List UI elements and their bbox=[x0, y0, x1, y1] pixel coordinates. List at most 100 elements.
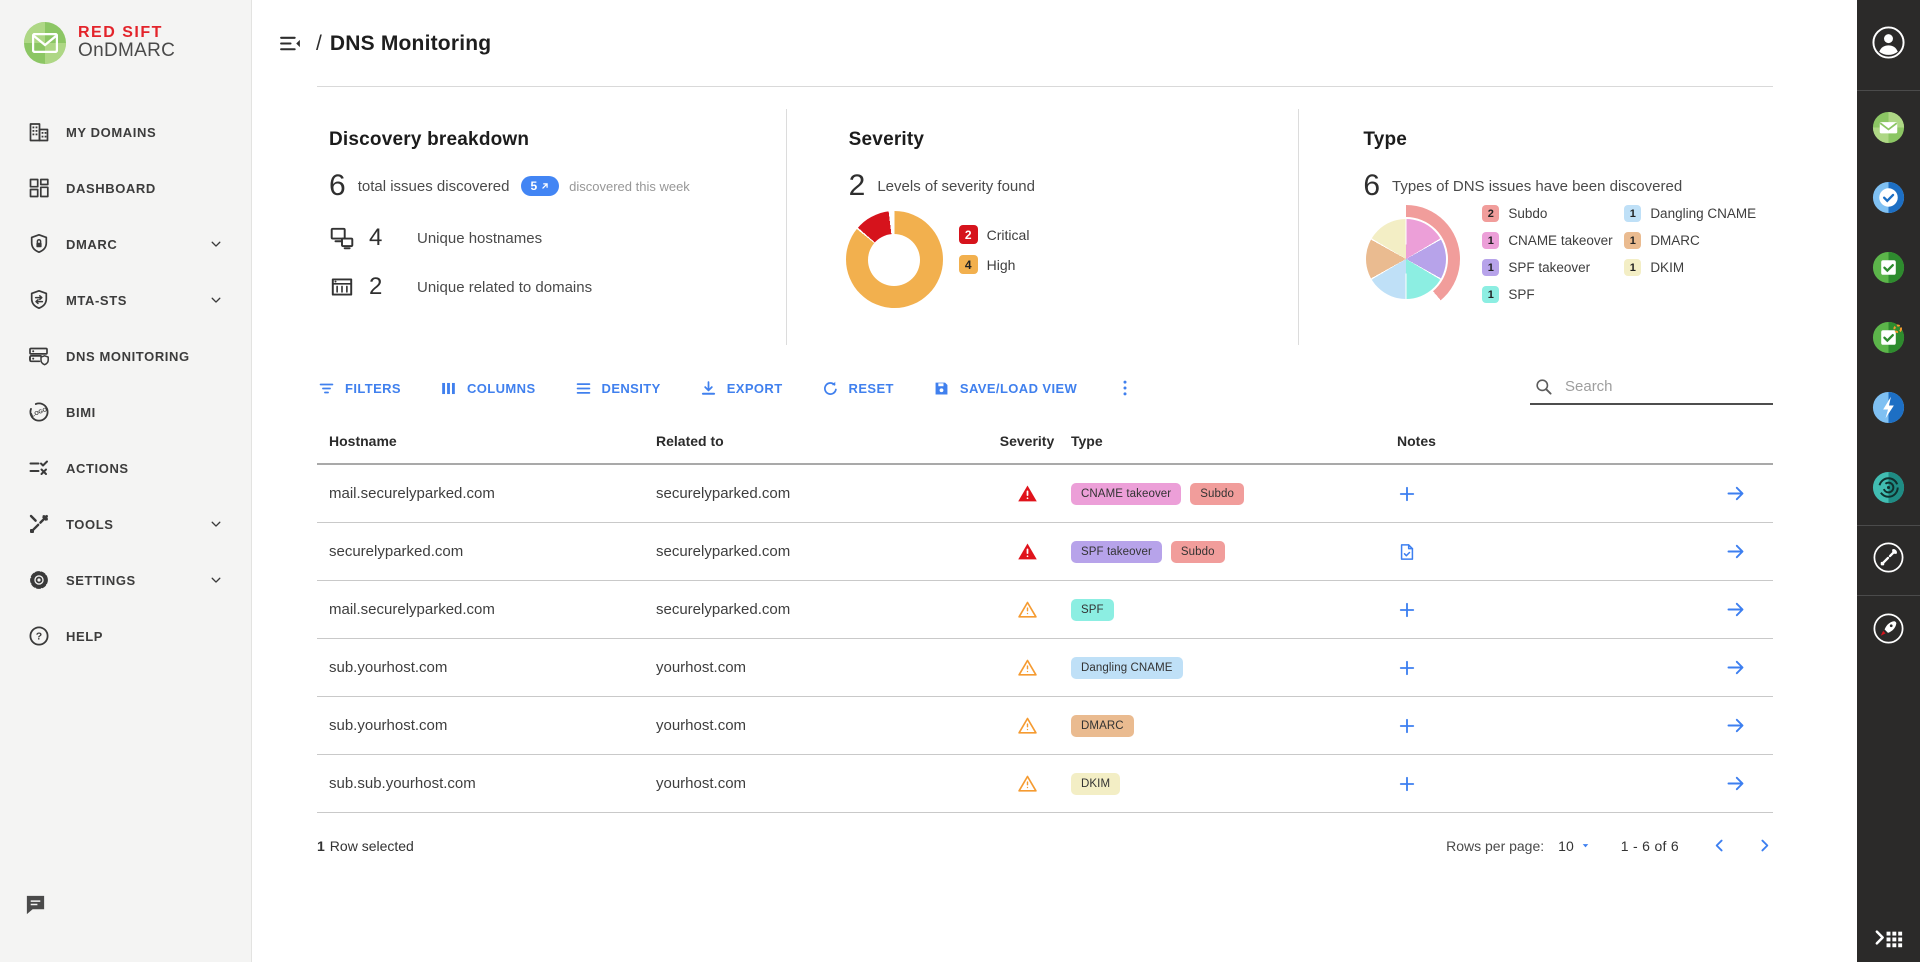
green-envelope-icon[interactable] bbox=[1871, 110, 1906, 145]
save-load-view-button[interactable]: SAVE/LOAD VIEW bbox=[932, 379, 1077, 398]
export-button[interactable]: EXPORT bbox=[699, 379, 783, 398]
table-row[interactable]: sub.yourhost.comyourhost.com Dangling CNA… bbox=[317, 639, 1773, 697]
table-row[interactable]: mail.securelyparked.comsecurelyparked.co… bbox=[317, 465, 1773, 523]
discovery-title: Discovery breakdown bbox=[329, 129, 786, 151]
page-title: /DNS Monitoring bbox=[316, 32, 491, 56]
table-row[interactable]: securelyparked.comsecurelyparked.comSPF … bbox=[317, 523, 1773, 581]
teal-radar-icon[interactable] bbox=[1871, 470, 1906, 505]
cell-hostname: sub.yourhost.com bbox=[317, 659, 656, 676]
search-box bbox=[1530, 372, 1773, 405]
stat-value: 4 bbox=[369, 224, 393, 252]
type-legend-spf-takeover: 1 SPF takeover bbox=[1482, 259, 1612, 276]
cell-hostname: sub.yourhost.com bbox=[317, 717, 656, 734]
add-note-icon[interactable] bbox=[1397, 774, 1697, 794]
add-note-icon[interactable] bbox=[1397, 484, 1697, 504]
prev-page-icon[interactable] bbox=[1711, 837, 1728, 854]
page-header: /DNS Monitoring bbox=[253, 0, 1857, 87]
cell-related-to: yourhost.com bbox=[656, 717, 983, 734]
legend-label: DKIM bbox=[1650, 260, 1684, 275]
table-row[interactable]: sub.sub.yourhost.comyourhost.comDKIM bbox=[317, 755, 1773, 813]
cell-related-to: securelyparked.com bbox=[656, 543, 983, 560]
discovery-stat-unique-related-to-domains: 2 Unique related to domains bbox=[329, 273, 786, 301]
total-issues-value: 6 bbox=[329, 169, 346, 203]
cell-related-to: yourhost.com bbox=[656, 659, 983, 676]
legend-label: SPF bbox=[1508, 287, 1534, 302]
cell-type: SPF bbox=[1071, 599, 1397, 621]
type-legend-cname-takeover: 1 CNAME takeover bbox=[1482, 232, 1612, 249]
green-check-icon[interactable] bbox=[1871, 250, 1906, 285]
sidebar-item-dmarc[interactable]: DMARC bbox=[0, 216, 251, 272]
search-input[interactable] bbox=[1565, 378, 1771, 395]
legend-swatch: 2 bbox=[1482, 205, 1499, 222]
type-legend-spf: 1 SPF bbox=[1482, 286, 1612, 303]
white-rocket-icon[interactable] bbox=[1871, 611, 1906, 646]
menu-collapse-icon[interactable] bbox=[278, 31, 303, 56]
green-check-notify-icon[interactable] bbox=[1871, 320, 1906, 355]
sidebar-item-bimi[interactable]: LOGO BIMI bbox=[0, 384, 251, 440]
blue-lightning-icon[interactable] bbox=[1871, 390, 1906, 425]
severity-high-icon bbox=[983, 599, 1071, 620]
add-note-icon[interactable] bbox=[1397, 600, 1697, 620]
sidebar-item-dashboard[interactable]: DASHBOARD bbox=[0, 160, 251, 216]
type-legend-subdo: 2 Subdo bbox=[1482, 205, 1612, 222]
columns-button[interactable]: COLUMNS bbox=[439, 379, 536, 398]
table-header-row: HostnameRelated toSeverityTypeNotes bbox=[317, 419, 1773, 465]
sidebar-item-label: BIMI bbox=[66, 405, 96, 420]
table-row[interactable]: mail.securelyparked.comsecurelyparked.co… bbox=[317, 581, 1773, 639]
toolbar-button-label: DENSITY bbox=[602, 381, 661, 396]
more-options-icon[interactable] bbox=[1115, 378, 1135, 398]
left-sidebar: RED SIFT OnDMARC MY DOMAINS DASHBOARD DM… bbox=[0, 0, 252, 962]
person-icon[interactable] bbox=[1871, 25, 1906, 60]
severity-legend-high: 4 High bbox=[959, 255, 1030, 274]
legend-label: SPF takeover bbox=[1508, 260, 1590, 275]
selected-label: Row selected bbox=[330, 838, 414, 854]
rows-per-page-label: Rows per page: bbox=[1446, 838, 1544, 854]
next-page-icon[interactable] bbox=[1756, 837, 1773, 854]
type-chip-spf-takeover: SPF takeover bbox=[1071, 541, 1162, 563]
open-row-arrow-icon[interactable] bbox=[1697, 483, 1774, 504]
open-row-arrow-icon[interactable] bbox=[1697, 657, 1774, 678]
sidebar-item-actions[interactable]: ACTIONS bbox=[0, 440, 251, 496]
sidebar-item-label: DNS MONITORING bbox=[66, 349, 190, 364]
dashboard-icon bbox=[27, 176, 51, 200]
dns-servers-icon bbox=[27, 344, 51, 368]
severity-high-icon bbox=[983, 657, 1071, 678]
note-added-icon[interactable] bbox=[1397, 542, 1697, 562]
density-button[interactable]: DENSITY bbox=[574, 379, 661, 398]
sidebar-item-help[interactable]: ? HELP bbox=[0, 608, 251, 664]
legend-swatch: 1 bbox=[1482, 286, 1499, 303]
sidebar-item-label: TOOLS bbox=[66, 517, 114, 532]
sidebar-item-tools[interactable]: TOOLS bbox=[0, 496, 251, 552]
filters-button[interactable]: FILTERS bbox=[317, 379, 401, 398]
redsift-logo-icon bbox=[24, 22, 66, 64]
issues-table: HostnameRelated toSeverityTypeNotes mail… bbox=[317, 419, 1773, 813]
table-toolbar: FILTERS COLUMNS DENSITY EXPORT RESET SAV… bbox=[317, 369, 1773, 407]
type-legend-col1: 2 Subdo1 CNAME takeover1 SPF takeover1 S… bbox=[1482, 205, 1612, 313]
blue-shield-check-icon[interactable] bbox=[1871, 180, 1906, 215]
app-launcher-icon[interactable] bbox=[1871, 920, 1906, 955]
severity-panel: Severity 2 Levels of severity found 2 Cr… bbox=[786, 109, 1299, 345]
open-row-arrow-icon[interactable] bbox=[1697, 599, 1774, 620]
chat-launcher-icon[interactable] bbox=[24, 893, 47, 916]
sidebar-item-dns-monitoring[interactable]: DNS MONITORING bbox=[0, 328, 251, 384]
severity-count-label: Levels of severity found bbox=[877, 178, 1035, 195]
column-header-severity: Severity bbox=[983, 433, 1071, 449]
breadcrumb-slash: / bbox=[316, 32, 322, 55]
add-note-icon[interactable] bbox=[1397, 658, 1697, 678]
cell-type: Dangling CNAME bbox=[1071, 657, 1397, 679]
tools-icon bbox=[27, 512, 51, 536]
white-tools-icon[interactable] bbox=[1871, 540, 1906, 575]
add-note-icon[interactable] bbox=[1397, 716, 1697, 736]
open-row-arrow-icon[interactable] bbox=[1697, 541, 1774, 562]
sidebar-item-settings[interactable]: SETTINGS bbox=[0, 552, 251, 608]
shield-arrows-icon bbox=[27, 288, 51, 312]
open-row-arrow-icon[interactable] bbox=[1697, 773, 1774, 794]
sidebar-item-my-domains[interactable]: MY DOMAINS bbox=[0, 104, 251, 160]
cell-related-to: securelyparked.com bbox=[656, 485, 983, 502]
rows-per-page-select[interactable]: 10 bbox=[1558, 838, 1591, 854]
reset-button[interactable]: RESET bbox=[821, 379, 894, 398]
table-row[interactable]: sub.yourhost.comyourhost.comDMARC bbox=[317, 697, 1773, 755]
brand-line1: RED SIFT bbox=[78, 25, 175, 42]
open-row-arrow-icon[interactable] bbox=[1697, 715, 1774, 736]
sidebar-item-mta-sts[interactable]: MTA-STS bbox=[0, 272, 251, 328]
